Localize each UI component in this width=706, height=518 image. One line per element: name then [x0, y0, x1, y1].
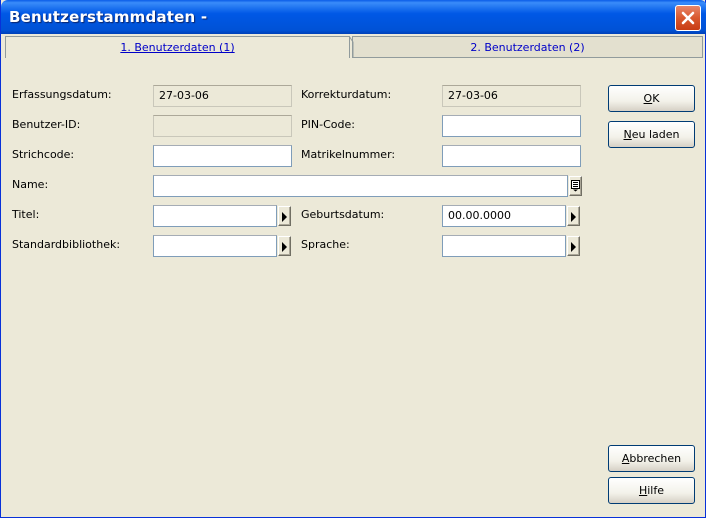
- matrikelnummer-label: Matrikelnummer:: [301, 148, 396, 161]
- arrow-right-icon: [571, 212, 576, 222]
- ok-label: K: [652, 92, 660, 105]
- geburtsdatum-input[interactable]: 00.00.0000: [442, 205, 566, 227]
- abbrechen-label: bbrechen: [629, 452, 682, 465]
- hilfe-mnemonic: H: [638, 484, 648, 497]
- neu-laden-button[interactable]: Neu laden: [608, 121, 695, 148]
- tab-label: 2. Benutzerdaten (2): [470, 41, 585, 54]
- close-button[interactable]: [675, 5, 701, 31]
- pin-code-label: PIN-Code:: [301, 118, 355, 131]
- sprache-picker-button[interactable]: [567, 236, 580, 256]
- list-icon: [571, 180, 580, 192]
- arrow-right-icon: [282, 242, 287, 252]
- strichcode-label: Strichcode:: [12, 148, 75, 161]
- geburtsdatum-picker-button[interactable]: [567, 206, 580, 226]
- name-list-button[interactable]: [569, 176, 582, 196]
- strichcode-input[interactable]: [153, 145, 292, 167]
- hilfe-label: ilfe: [647, 484, 665, 497]
- dialog-window: Benutzerstammdaten - 1. Benutzerdaten (1…: [0, 0, 706, 518]
- titel-label: Titel:: [12, 208, 40, 221]
- window-title: Benutzerstammdaten -: [9, 8, 208, 26]
- hilfe-button[interactable]: Hilfe: [608, 477, 695, 504]
- name-label: Name:: [12, 178, 49, 191]
- title-bar[interactable]: Benutzerstammdaten -: [1, 0, 706, 34]
- tab-benutzerdaten-1[interactable]: 1. Benutzerdaten (1): [5, 36, 350, 58]
- standardbibliothek-label: Standardbibliothek:: [12, 238, 121, 251]
- arrow-right-icon: [282, 212, 287, 222]
- neu-laden-mnemonic: N: [623, 128, 632, 141]
- geburtsdatum-label: Geburtsdatum:: [301, 208, 385, 221]
- sprache-label: Sprache:: [301, 238, 350, 251]
- titel-input[interactable]: [153, 205, 277, 227]
- close-icon: [681, 11, 695, 25]
- standardbibliothek-input[interactable]: [153, 235, 277, 257]
- name-input[interactable]: [153, 175, 568, 197]
- tab-benutzerdaten-2[interactable]: 2. Benutzerdaten (2): [352, 36, 703, 58]
- matrikelnummer-input[interactable]: [442, 145, 581, 167]
- sprache-input[interactable]: [442, 235, 566, 257]
- korrekturdatum-label: Korrekturdatum:: [301, 88, 392, 101]
- titel-picker-button[interactable]: [278, 206, 291, 226]
- benutzer-id-field: [153, 115, 292, 137]
- benutzer-id-label: Benutzer-ID:: [12, 118, 81, 131]
- korrekturdatum-field: 27-03-06: [442, 85, 581, 107]
- neu-laden-label: eu laden: [631, 128, 680, 141]
- abbrechen-button[interactable]: Abbrechen: [608, 445, 695, 472]
- ok-mnemonic: O: [643, 92, 653, 105]
- pin-code-input[interactable]: [442, 115, 581, 137]
- tab-bar: 1. Benutzerdaten (1) 2. Benutzerdaten (2…: [5, 36, 703, 58]
- ok-button[interactable]: OK: [608, 85, 695, 112]
- erfassungsdatum-label: Erfassungsdatum:: [12, 88, 112, 101]
- erfassungsdatum-field: 27-03-06: [153, 85, 292, 107]
- standardbibliothek-picker-button[interactable]: [278, 236, 291, 256]
- tab-label: 1. Benutzerdaten (1): [120, 41, 235, 54]
- tab-divider: [348, 36, 354, 58]
- arrow-right-icon: [571, 242, 576, 252]
